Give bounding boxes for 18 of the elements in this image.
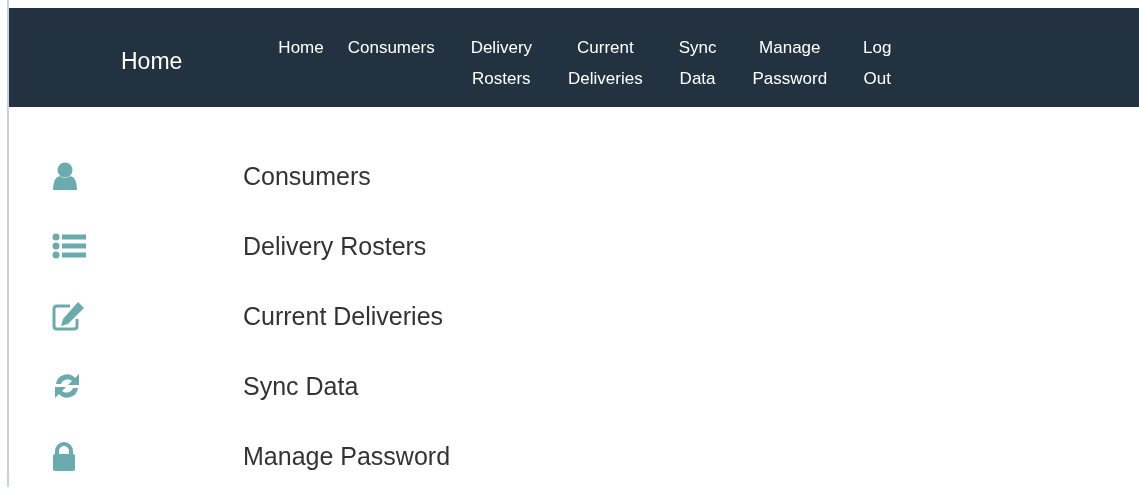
edit-icon <box>52 301 86 331</box>
brand-link[interactable]: Home <box>121 48 183 75</box>
nav-link[interactable]: Current Deliveries <box>568 32 643 94</box>
nav-link[interactable]: Home <box>278 32 324 94</box>
person-icon <box>52 162 78 190</box>
nav-link[interactable]: Manage Password <box>752 32 828 94</box>
nav-link[interactable]: Log Out <box>863 32 892 94</box>
menu-link[interactable]: Delivery Rosters <box>243 231 427 261</box>
sync-icon <box>52 371 82 401</box>
menu-link[interactable]: Consumers <box>243 161 371 191</box>
nav-link[interactable]: Consumers <box>347 32 435 94</box>
menu-link[interactable]: Manage Password <box>243 441 451 471</box>
lock-icon <box>52 441 76 471</box>
menu-link[interactable]: Sync Data <box>243 371 359 401</box>
menu-link[interactable]: Current Deliveries <box>243 301 444 331</box>
nav-link[interactable]: Sync Data <box>678 32 717 94</box>
list-icon <box>52 233 86 259</box>
nav-link[interactable]: Delivery Rosters <box>470 32 533 94</box>
